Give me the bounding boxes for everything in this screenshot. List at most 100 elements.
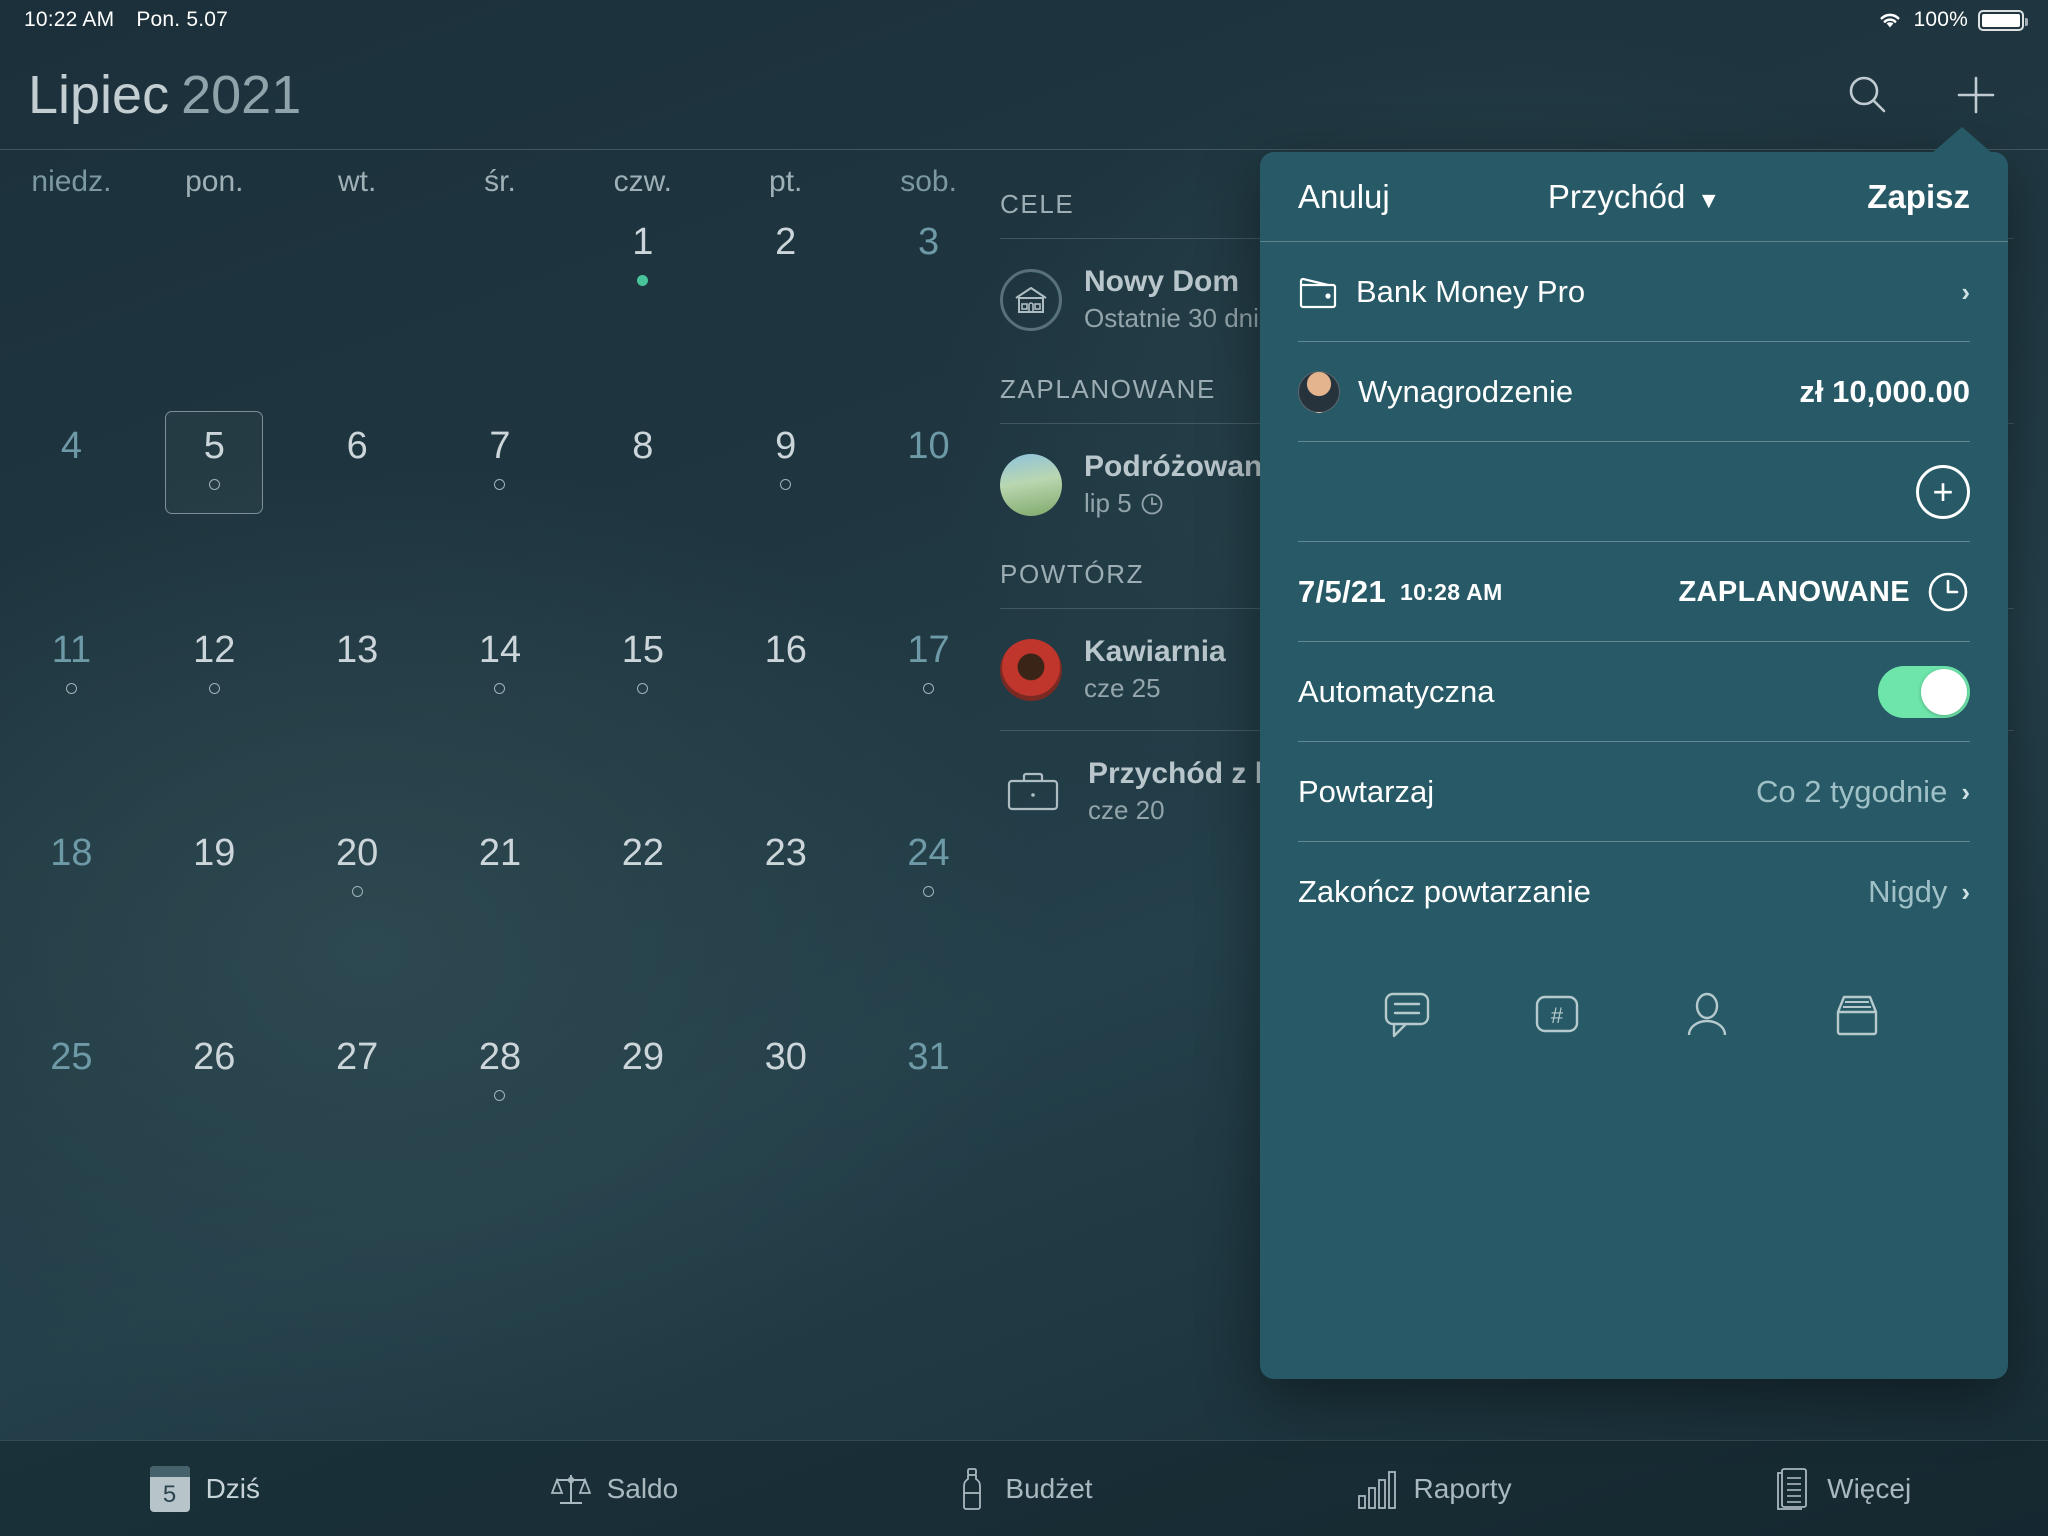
day-number: 15 bbox=[621, 628, 664, 671]
calendar-week-row bbox=[0, 1218, 1000, 1422]
end-repeat-value-wrap: Nigdy › bbox=[1868, 874, 1970, 910]
calendar-day-cell[interactable]: 6 bbox=[286, 403, 429, 607]
coffee-photo bbox=[1000, 638, 1062, 701]
archive-box-icon[interactable] bbox=[1832, 990, 1886, 1044]
day-number: 14 bbox=[478, 628, 522, 671]
person-icon[interactable] bbox=[1682, 990, 1736, 1044]
calendar-day-cell[interactable]: 16 bbox=[714, 607, 857, 811]
payee-row[interactable]: Wynagrodzenie zł 10,000.00 bbox=[1260, 342, 2008, 442]
note-icon[interactable] bbox=[1382, 990, 1436, 1044]
popover-tool-icons: # bbox=[1260, 942, 2008, 1044]
calendar-day-empty bbox=[286, 1218, 429, 1422]
tab-label: Saldo bbox=[606, 1472, 679, 1504]
sidebar-event-date: Ostatnie 30 dni bbox=[1084, 303, 1259, 333]
status-bar-right: 100% bbox=[1877, 8, 2028, 32]
end-repeat-row[interactable]: Zakończ powtarzanie Nigdy › bbox=[1260, 842, 2008, 942]
status-date: Pon. 5.07 bbox=[136, 8, 229, 31]
day-number: 11 bbox=[51, 628, 92, 671]
calendar-day-cell[interactable]: 30 bbox=[714, 1014, 857, 1218]
sidebar-event-title: Podróżowanie bbox=[1084, 450, 1288, 483]
save-button[interactable]: Zapisz bbox=[1867, 178, 1970, 216]
automatic-row[interactable]: Automatyczna bbox=[1260, 642, 2008, 742]
calendar-day-cell[interactable]: 20 bbox=[286, 810, 429, 1014]
calendar-day-cell[interactable]: 5 bbox=[143, 403, 286, 607]
hashtag-tag-icon[interactable]: # bbox=[1532, 990, 1586, 1044]
cancel-button[interactable]: Anuluj bbox=[1298, 178, 1390, 216]
tab-budżet[interactable]: Budżet bbox=[819, 1467, 1229, 1511]
add-split-row[interactable]: + bbox=[1260, 442, 2008, 542]
calendar-day-cell[interactable]: 13 bbox=[286, 607, 429, 811]
sidebar-event-subtitle: Ostatnie 30 dni bbox=[1084, 303, 1259, 334]
automatic-toggle[interactable] bbox=[1878, 666, 1970, 718]
day-number: 28 bbox=[478, 1036, 522, 1079]
calendar-day-cell[interactable]: 7 bbox=[429, 403, 572, 607]
search-icon[interactable] bbox=[1842, 69, 1894, 121]
calendar-day-cell[interactable]: 14 bbox=[429, 607, 572, 811]
weekday-label: czw. bbox=[613, 165, 673, 198]
calendar-week-row: 1 2 3 bbox=[0, 199, 1000, 403]
tab-saldo[interactable]: Saldo bbox=[410, 1469, 820, 1509]
circle-plus-icon[interactable]: + bbox=[1916, 465, 1970, 519]
sidebar-event-date: cze 20 bbox=[1088, 795, 1165, 825]
amount-value: zł 10,000.00 bbox=[1799, 374, 1970, 409]
weekday-label: pon. bbox=[185, 165, 244, 198]
calendar-day-cell[interactable]: 4 bbox=[0, 403, 143, 607]
calendar-day-cell[interactable]: 26 bbox=[143, 1014, 286, 1218]
transaction-time: 10:28 AM bbox=[1400, 578, 1503, 605]
day-event-dot bbox=[637, 275, 649, 286]
calendar-day-cell[interactable]: 19 bbox=[143, 810, 286, 1014]
bar-chart-icon bbox=[1356, 1468, 1398, 1510]
tab-dziś[interactable]: 5 Dziś bbox=[0, 1465, 410, 1512]
day-number: 21 bbox=[478, 832, 522, 875]
calendar-day-cell[interactable]: 11 bbox=[0, 607, 143, 811]
popover-header: Anuluj Przychód ▼ Zapisz bbox=[1260, 152, 2008, 242]
calendar-day-cell[interactable]: 31 bbox=[857, 1014, 1000, 1218]
account-row[interactable]: Bank Money Pro › bbox=[1260, 242, 2008, 342]
calendar-day-cell[interactable]: 8 bbox=[571, 403, 714, 607]
calendar-day-empty bbox=[0, 199, 143, 403]
calendar-day-cell[interactable]: 24 bbox=[857, 810, 1000, 1014]
calendar-day-cell[interactable]: 1 bbox=[571, 199, 714, 403]
calendar-day-cell[interactable]: 17 bbox=[857, 607, 1000, 811]
chevron-right-icon: › bbox=[1961, 876, 1970, 907]
calendar-day-cell[interactable]: 10 bbox=[857, 403, 1000, 607]
date-row[interactable]: 7/5/21 10:28 AM ZAPLANOWANE bbox=[1260, 542, 2008, 642]
day-number: 18 bbox=[50, 832, 93, 875]
day-number: 6 bbox=[346, 424, 368, 467]
plus-icon[interactable] bbox=[1950, 69, 2002, 121]
calendar-day-cell[interactable]: 3 bbox=[857, 199, 1000, 403]
day-number: 23 bbox=[764, 832, 807, 875]
calendar-day-empty bbox=[857, 1218, 1000, 1422]
calendar-day-cell[interactable]: 12 bbox=[143, 607, 286, 811]
calendar-day-cell[interactable]: 23 bbox=[714, 810, 857, 1014]
calendar-day-cell[interactable]: 2 bbox=[714, 199, 857, 403]
calendar-day-cell[interactable]: 9 bbox=[714, 403, 857, 607]
day-number: 19 bbox=[193, 832, 236, 875]
chevron-right-icon: › bbox=[1961, 276, 1970, 307]
calendar-day-cell[interactable]: 27 bbox=[286, 1014, 429, 1218]
tab-raporty[interactable]: Raporty bbox=[1229, 1468, 1639, 1510]
document-icon bbox=[1775, 1467, 1811, 1511]
tab-label: Więcej bbox=[1827, 1472, 1912, 1504]
calendar-day-cell[interactable]: 28 bbox=[429, 1014, 572, 1218]
day-number: 17 bbox=[907, 628, 950, 671]
status-badge: ZAPLANOWANE bbox=[1678, 570, 1970, 614]
day-number: 12 bbox=[193, 628, 236, 671]
account-label: Bank Money Pro bbox=[1356, 274, 1586, 309]
weekday-label: sob. bbox=[900, 165, 957, 198]
repeat-row[interactable]: Powtarzaj Co 2 tygodnie › bbox=[1260, 742, 2008, 842]
calendar-day-cell[interactable]: 29 bbox=[571, 1014, 714, 1218]
day-number: 3 bbox=[918, 221, 940, 263]
calendar-day-empty bbox=[143, 1218, 286, 1422]
calendar-day-cell[interactable]: 25 bbox=[0, 1014, 143, 1218]
calendar-day-cell[interactable]: 21 bbox=[429, 810, 572, 1014]
calendar-day-cell[interactable]: 22 bbox=[571, 810, 714, 1014]
calendar-day-cell[interactable]: 15 bbox=[571, 607, 714, 811]
svg-text:#: # bbox=[1551, 1003, 1564, 1028]
calendar-day-cell[interactable]: 18 bbox=[0, 810, 143, 1014]
app-root: 10:22 AM Pon. 5.07 100% Lipiec 2021 nied… bbox=[0, 0, 2048, 1536]
briefcase-icon bbox=[1000, 766, 1066, 818]
weekday-label: niedz. bbox=[31, 165, 112, 198]
tab-więcej[interactable]: Więcej bbox=[1638, 1467, 2048, 1511]
calendar-day-empty bbox=[571, 1218, 714, 1422]
